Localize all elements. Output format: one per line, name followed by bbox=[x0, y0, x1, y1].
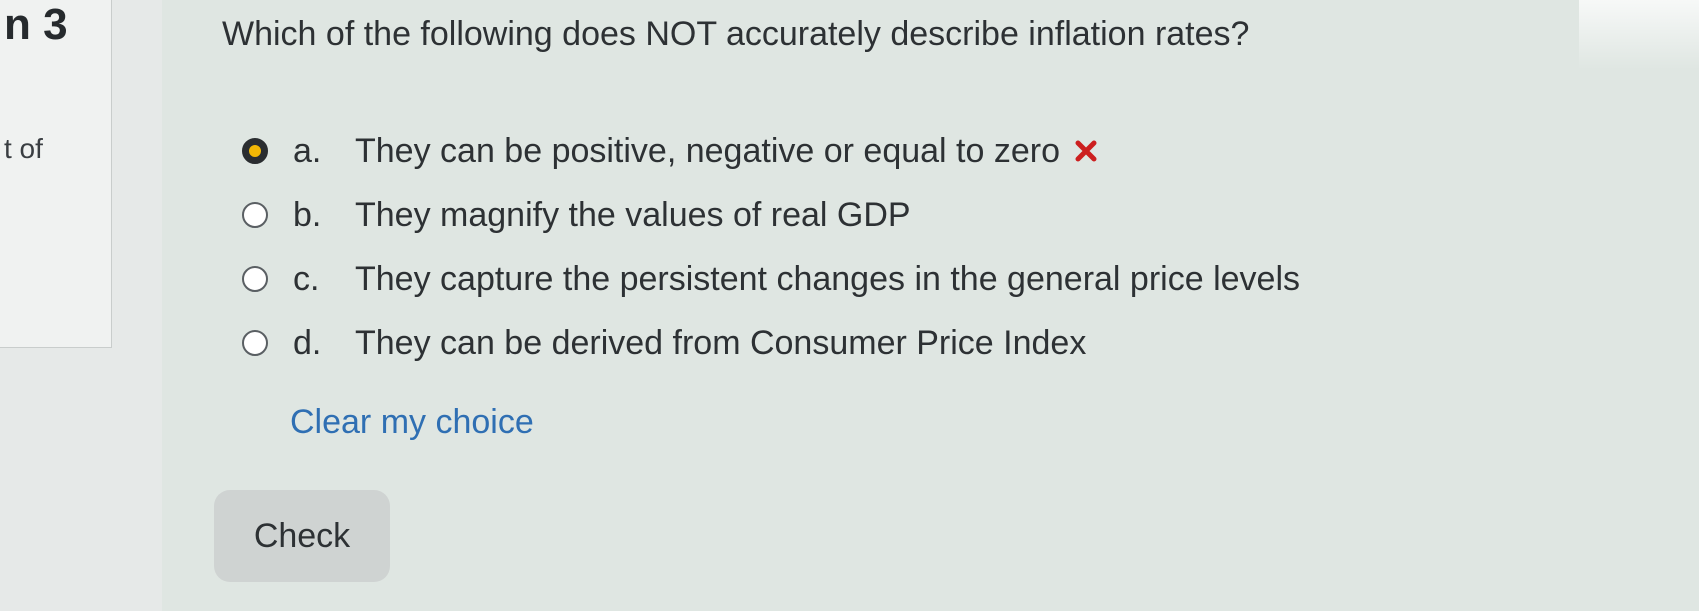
option-d-text: They can be derived from Consumer Price … bbox=[355, 323, 1087, 362]
option-d-letter: d. bbox=[293, 323, 322, 362]
option-b-radio[interactable] bbox=[242, 202, 268, 228]
option-c-letter: c. bbox=[293, 259, 320, 298]
question-text: Which of the following does NOT accurate… bbox=[222, 15, 1250, 53]
option-d-radio[interactable] bbox=[242, 330, 268, 356]
option-a-letter: a. bbox=[293, 131, 322, 170]
option-a-radio[interactable] bbox=[242, 138, 268, 164]
question-info-panel: n 3 t of bbox=[0, 0, 112, 348]
option-d[interactable]: d. They can be derived from Consumer Pri… bbox=[242, 320, 1542, 366]
question-number: n 3 bbox=[4, 0, 68, 49]
screen-glare bbox=[1579, 0, 1699, 70]
clear-choice-link[interactable]: Clear my choice bbox=[290, 400, 534, 444]
option-a-text: They can be positive, negative or equal … bbox=[355, 131, 1060, 170]
cross-icon bbox=[1075, 140, 1097, 162]
option-b-letter: b. bbox=[293, 195, 322, 234]
option-a[interactable]: a. They can be positive, negative or equ… bbox=[242, 128, 1542, 174]
question-marks-label: t of bbox=[4, 133, 43, 164]
option-c-radio[interactable] bbox=[242, 266, 268, 292]
option-c[interactable]: c. They capture the persistent changes i… bbox=[242, 256, 1542, 302]
option-b-text: They magnify the values of real GDP bbox=[355, 195, 911, 234]
check-button[interactable]: Check bbox=[214, 490, 390, 582]
option-b[interactable]: b. They magnify the values of real GDP bbox=[242, 192, 1542, 238]
option-c-text: They capture the persistent changes in t… bbox=[355, 259, 1300, 298]
question-content: Which of the following does NOT accurate… bbox=[162, 0, 1699, 611]
